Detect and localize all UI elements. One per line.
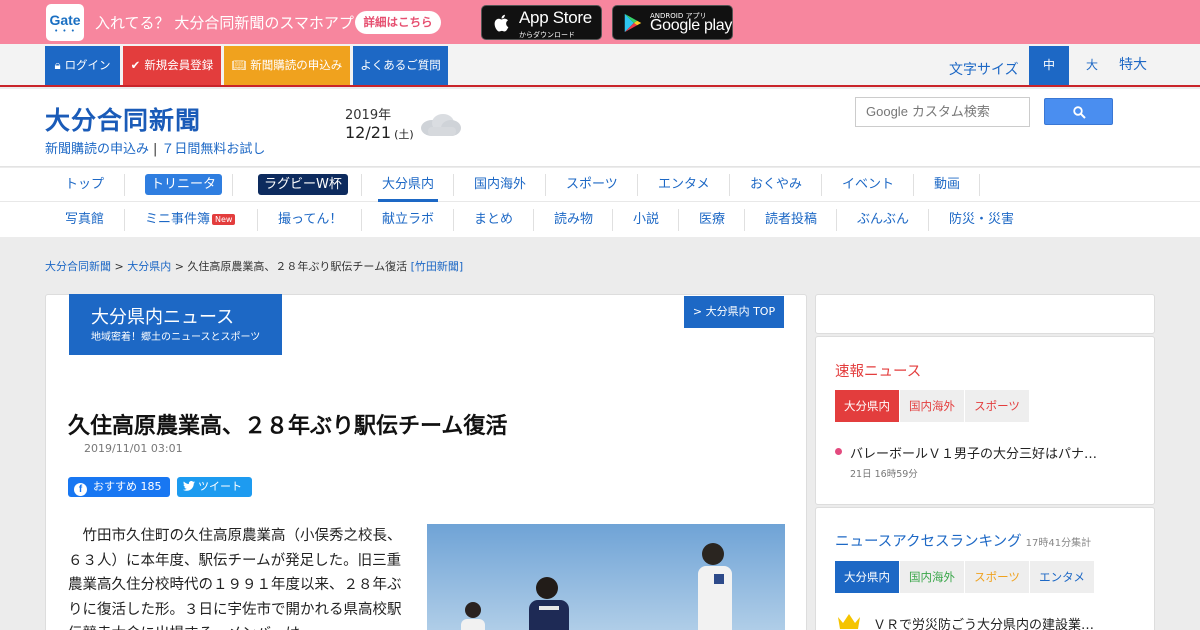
google-play-label: Google play xyxy=(650,17,733,34)
section-subtitle: 地域密着！郷土のニュースとスポーツ xyxy=(91,332,261,343)
promo-message: 入れてる？ 大分合同新聞のスマホアプリ xyxy=(95,14,369,32)
main-nav: トップ トリニータ ラグビーW杯 大分県内 国内海外 スポーツ エンタメ おくや… xyxy=(0,168,1200,237)
nav-item-reading[interactable]: 読み物 xyxy=(534,203,613,237)
ranking-tab-oita[interactable]: 大分県内 xyxy=(835,561,899,593)
nav-item-domestic-intl[interactable]: 国内海外 xyxy=(454,168,546,202)
breaking-tab-oita[interactable]: 大分県内 xyxy=(835,390,899,422)
nav-item-snapshots[interactable]: 撮ってん！ xyxy=(258,203,362,237)
breadcrumb-current: 久住高原農業高、２８年ぶり駅伝チーム復活 xyxy=(187,260,408,273)
ranking-title: ニュースアクセスランキング 17時41分集計 xyxy=(835,534,1092,550)
nav-item-mini-incidents[interactable]: ミニ事件簿 New xyxy=(125,203,258,237)
breadcrumb-section[interactable]: 大分県内 xyxy=(127,260,171,273)
app-store-badge[interactable]: App Store からダウンロード xyxy=(481,5,602,40)
book-icon: 📖︎ xyxy=(231,58,247,72)
section-header: 大分県内ニュース 地域密着！郷土のニュースとスポーツ xyxy=(69,294,282,355)
breaking-tab-domestic-intl[interactable]: 国内海外 xyxy=(900,390,964,422)
header-sublinks: 新聞購読の申込み | ７日間無料お試し xyxy=(45,142,266,157)
nav-row-secondary: 写真館 ミニ事件簿 New 撮ってん！ 献立ラボ まとめ 読み物 小説 医療 読者… xyxy=(0,203,1200,237)
nav-item-disaster[interactable]: 防災・災害 xyxy=(929,203,1039,237)
app-store-label: App Store xyxy=(519,8,592,27)
ranking-aggregated-time: 17時41分集計 xyxy=(1025,538,1092,549)
search-button[interactable] xyxy=(1044,98,1113,125)
subscribe-link[interactable]: 新聞購読の申込み xyxy=(45,142,149,157)
section-top-link[interactable]: > 大分県内 TOP xyxy=(684,296,784,328)
search-icon xyxy=(1073,106,1086,119)
nav-item-photos[interactable]: 写真館 xyxy=(45,203,125,237)
breaking-tab-sports[interactable]: スポーツ xyxy=(965,390,1029,422)
breadcrumb: 大分合同新聞 > 大分県内 > 久住高原農業高、２８年ぶり駅伝チーム復活 [竹田… xyxy=(45,260,464,273)
faq-button[interactable]: よくあるご質問 xyxy=(353,46,448,85)
breaking-news-title: 速報ニュース xyxy=(835,364,922,380)
bullet-icon xyxy=(835,448,842,455)
date-day: 12/21 (土) xyxy=(345,123,414,142)
nav-item-oita[interactable]: 大分県内 xyxy=(362,168,454,202)
free-trial-link[interactable]: ７日間無料お試し xyxy=(161,142,265,157)
nav-item-novels[interactable]: 小説 xyxy=(613,203,679,237)
tweet-button[interactable]: ツイート xyxy=(177,477,252,497)
site-header: 大分合同新聞 新聞購読の申込み | ７日間無料お試し 2019年 12/21 (土) … xyxy=(0,89,1200,167)
search-input[interactable]: Google カスタム検索 xyxy=(855,97,1030,127)
cloudy-icon xyxy=(421,114,461,136)
new-badge: New xyxy=(212,214,236,225)
ranking-box: ニュースアクセスランキング 17時41分集計 大分県内 国内海外 スポーツ エンタ… xyxy=(815,507,1155,630)
nav-item-reader-posts[interactable]: 読者投稿 xyxy=(745,203,837,237)
nav-item-trinita[interactable]: トリニータ xyxy=(125,168,233,202)
google-play-icon xyxy=(624,13,642,33)
lock-icon: 🔒︎ xyxy=(54,58,61,72)
ranking-tab-entertainment[interactable]: エンタメ xyxy=(1030,561,1094,593)
google-play-badge[interactable]: ANDROID アプリ Google play xyxy=(612,5,733,40)
breadcrumb-home[interactable]: 大分合同新聞 xyxy=(45,260,111,273)
nav-item-events[interactable]: イベント xyxy=(822,168,914,202)
breaking-news-item[interactable]: バレーボールＶ１男子の大分三好はパナ… xyxy=(850,443,1097,462)
apple-icon xyxy=(494,14,509,32)
date-year: 2019年 xyxy=(345,108,392,123)
gate-app-icon[interactable]: Gate • • • xyxy=(46,4,84,41)
sidebar-ad-slot xyxy=(815,294,1155,334)
nav-item-obituaries[interactable]: おくやみ xyxy=(730,168,822,202)
breadcrumb-source[interactable]: [竹田新聞] xyxy=(411,260,464,273)
subscribe-button[interactable]: 📖︎ 新聞購読の申込み xyxy=(224,46,350,85)
app-promo-bar: Gate • • • 入れてる？ 大分合同新聞のスマホアプリ 詳細はこちら Ap… xyxy=(0,0,1200,44)
crown-icon xyxy=(838,614,860,629)
nav-item-rugby[interactable]: ラグビーW杯 xyxy=(238,168,362,202)
login-button[interactable]: 🔒︎ ログイン xyxy=(45,46,120,85)
check-circle-icon: ✔ xyxy=(130,58,141,72)
nav-item-medical[interactable]: 医療 xyxy=(679,203,745,237)
article-headline: 久住高原農業高、２８年ぶり駅伝チーム復活 xyxy=(68,414,508,439)
site-logo[interactable]: 大分合同新聞 xyxy=(45,101,201,137)
app-store-sub: からダウンロード xyxy=(519,31,575,39)
breaking-news-time: 21日 16時59分 xyxy=(850,469,918,480)
facebook-recommend-button[interactable]: f おすすめ 185 xyxy=(68,477,170,497)
nav-item-sports[interactable]: スポーツ xyxy=(546,168,638,202)
nav-item-video[interactable]: 動画 xyxy=(914,168,980,202)
promo-detail-button[interactable]: 詳細はこちら xyxy=(355,11,441,34)
gate-logo-text: Gate xyxy=(49,12,81,28)
article-panel: 大分県内ニュース 地域密着！郷土のニュースとスポーツ > 大分県内 TOP 久住… xyxy=(45,294,807,630)
register-button[interactable]: ✔ 新規会員登録 xyxy=(123,46,221,85)
article-date: 2019/11/01 03:01 xyxy=(84,442,183,455)
twitter-icon xyxy=(183,481,195,491)
font-size-xlarge[interactable]: 特大 xyxy=(1114,46,1152,85)
font-size-large[interactable]: 大 xyxy=(1075,46,1109,85)
nav-item-top[interactable]: トップ xyxy=(45,168,125,202)
ranking-tab-sports[interactable]: スポーツ xyxy=(965,561,1029,593)
nav-item-bunbun[interactable]: ぶんぶん xyxy=(837,203,929,237)
article-body: 竹田市久住町の久住高原農業高（小俣秀之校長、６３人）に本年度、駅伝チームが発足し… xyxy=(68,528,402,630)
utility-bar: 🔒︎ ログイン ✔ 新規会員登録 📖︎ 新聞購読の申込み よくあるご質問 文字サイズ … xyxy=(0,44,1200,87)
nav-item-entertainment[interactable]: エンタメ xyxy=(638,168,730,202)
ranking-item[interactable]: ＶＲで労災防ごう大分県内の建設業… xyxy=(873,614,1094,630)
nav-row-primary: トップ トリニータ ラグビーW杯 大分県内 国内海外 スポーツ エンタメ おくや… xyxy=(0,168,1200,202)
nav-item-recipe-lab[interactable]: 献立ラボ xyxy=(362,203,454,237)
section-title: 大分県内ニュース xyxy=(91,307,235,328)
font-size-label: 文字サイズ xyxy=(949,62,1019,78)
breaking-news-box: 速報ニュース 大分県内 国内海外 スポーツ バレーボールＶ１男子の大分三好はパナ… xyxy=(815,336,1155,505)
ranking-tab-domestic-intl[interactable]: 国内海外 xyxy=(900,561,964,593)
facebook-count: 185 xyxy=(140,480,162,493)
facebook-icon: f xyxy=(74,483,87,496)
nav-item-summary[interactable]: まとめ xyxy=(454,203,534,237)
article-photo xyxy=(427,524,785,630)
font-size-medium[interactable]: 中 xyxy=(1029,46,1069,85)
